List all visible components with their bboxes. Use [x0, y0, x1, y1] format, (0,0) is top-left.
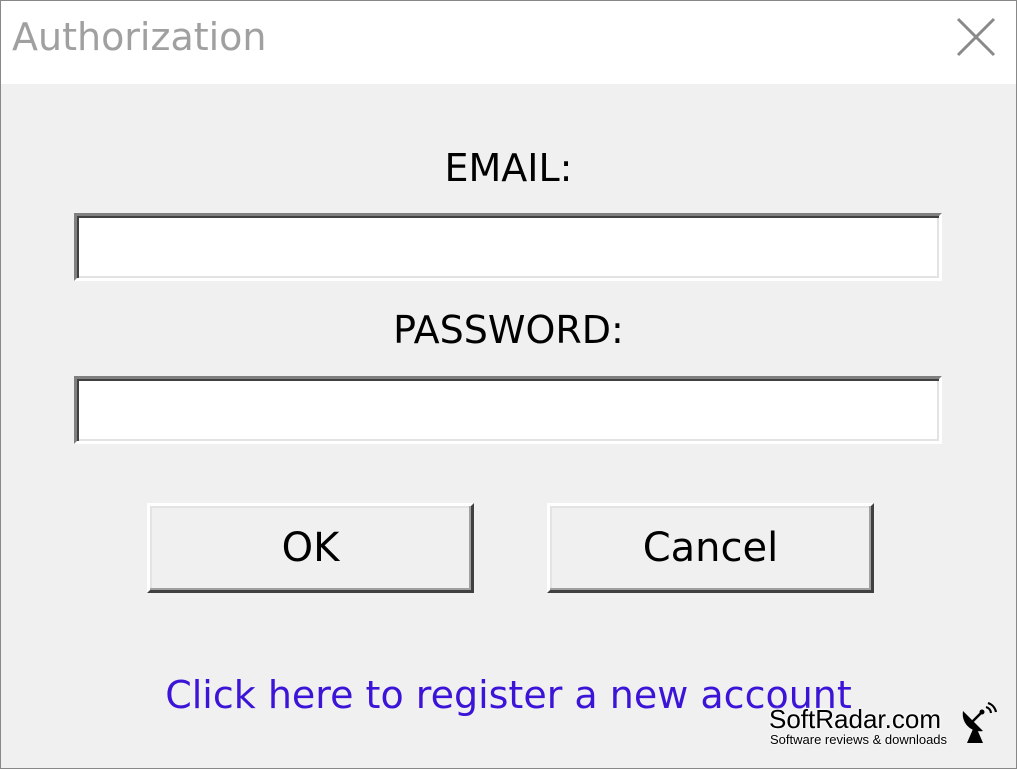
- close-button[interactable]: [954, 15, 998, 59]
- satellite-dish-icon: [962, 701, 998, 743]
- password-field[interactable]: [74, 376, 942, 444]
- email-label: EMAIL:: [444, 146, 573, 190]
- title-bar: Authorization: [1, 1, 1016, 84]
- softradar-watermark: SoftRadar.com Software reviews & downloa…: [769, 701, 1009, 753]
- watermark-brand: SoftRadar.com: [769, 704, 941, 734]
- close-icon: [956, 17, 996, 57]
- authorization-dialog: Authorization EMAIL: PASSWORD: OK Cancel…: [0, 0, 1017, 769]
- email-field[interactable]: [74, 213, 942, 281]
- watermark-tagline: Software reviews & downloads: [770, 732, 948, 747]
- password-label: PASSWORD:: [393, 308, 624, 352]
- window-title: Authorization: [12, 15, 267, 59]
- cancel-button[interactable]: Cancel: [547, 503, 874, 593]
- ok-button[interactable]: OK: [147, 503, 474, 593]
